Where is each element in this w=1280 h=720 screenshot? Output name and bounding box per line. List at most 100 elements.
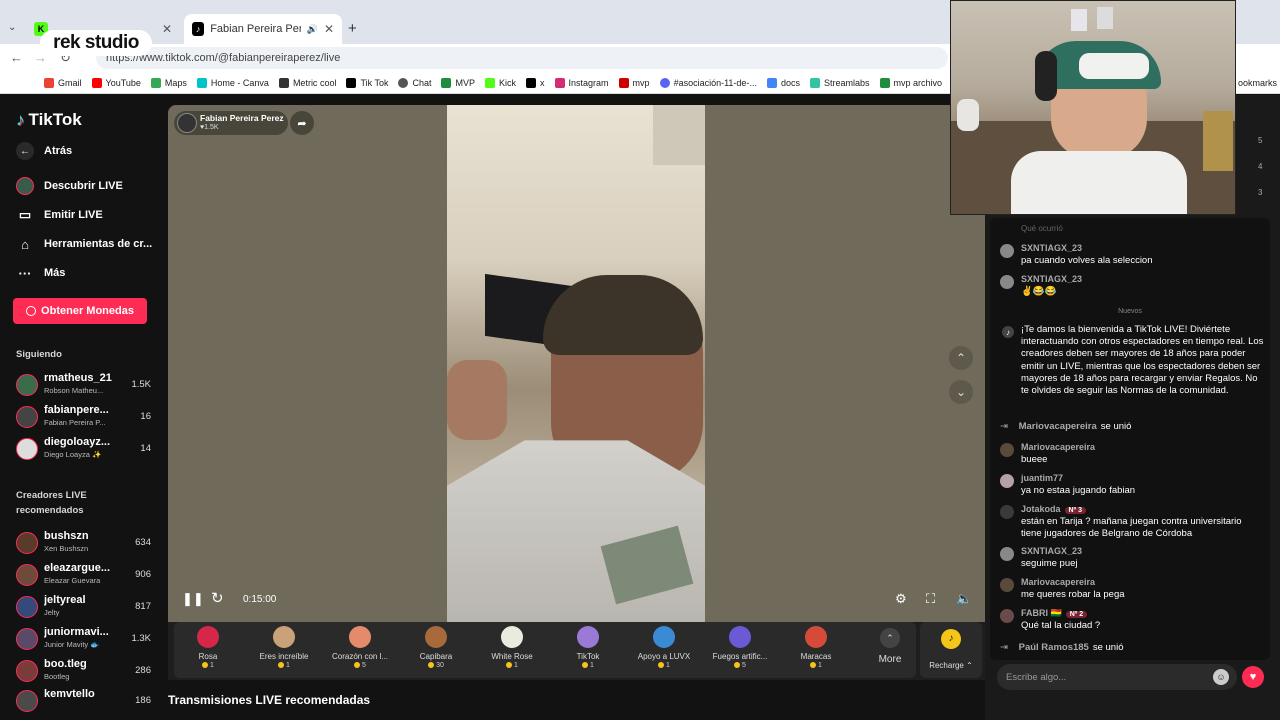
gift-item[interactable]: Eres increíble 1 — [246, 626, 322, 669]
chat-username[interactable]: Mariovacapereira — [1021, 577, 1095, 587]
bookmark-canva[interactable]: Home - Canva — [196, 77, 269, 88]
following-account[interactable]: diegoloayz... Diego Loayza ✨ 14 — [16, 436, 151, 464]
account-subname: Bootleg — [44, 672, 70, 681]
refresh-icon[interactable]: ↻ — [211, 589, 224, 607]
chat-username[interactable]: SXNTIAGX_23 — [1021, 546, 1082, 556]
capybara-gift-icon — [425, 626, 447, 648]
following-account[interactable]: fabianpere... Fabian Pereira P... 16 — [16, 404, 151, 432]
chat-username[interactable]: juantim77 — [1021, 473, 1063, 483]
luvx-gift-icon — [653, 626, 675, 648]
chat-username[interactable]: SXNTIAGX_23 — [1021, 243, 1082, 253]
gift-item[interactable]: Rosa 1 — [170, 626, 246, 669]
chat-username[interactable]: FABRI 🇧🇴 — [1021, 608, 1062, 618]
bookmark-docs[interactable]: docs — [766, 77, 800, 88]
tab-list-chevron-icon[interactable]: ⌄ — [8, 22, 16, 33]
following-account[interactable]: rmatheus_21 Robson Matheu... 1.5K — [16, 372, 151, 400]
chat-input[interactable]: Escribe algo... — [997, 664, 1237, 690]
bookmark-youtube[interactable]: YouTube — [91, 77, 141, 88]
chat-username[interactable]: SXNTIAGX_23 — [1021, 274, 1082, 284]
bookmark-mvp[interactable]: MVP — [441, 77, 475, 88]
recommended-account[interactable]: eleazargue... Eleazar Guevara 906 — [16, 562, 151, 590]
address-bar[interactable]: https://www.tiktok.com/@fabianpereiraper… — [96, 47, 948, 69]
avatar — [16, 532, 38, 554]
bookmark-discord[interactable]: #asociación-11-de-... — [659, 77, 757, 88]
pause-icon[interactable]: ❚❚ — [182, 591, 204, 607]
back-arrow-icon[interactable]: ← — [10, 50, 23, 65]
bookmark-metricool[interactable]: Metric cool — [278, 77, 337, 88]
bookmark-kick[interactable]: Kick — [485, 77, 516, 88]
emoji-icon[interactable]: ☺ — [1213, 669, 1229, 685]
previous-live-button[interactable]: ⌃ — [949, 346, 973, 370]
fullscreen-icon[interactable]: ⛶ — [926, 591, 935, 607]
next-live-button[interactable]: ⌄ — [949, 380, 973, 404]
coin-icon — [26, 306, 37, 316]
settings-gear-icon[interactable]: ⚙ — [895, 591, 907, 607]
account-name: diegoloayz... — [44, 436, 111, 448]
more-gifts-button[interactable]: ⌃ More — [870, 628, 910, 665]
bookmark-maps[interactable]: Maps — [150, 77, 187, 88]
chat-username[interactable]: Jotakoda — [1021, 504, 1061, 514]
bookmark-label: Tik Tok — [360, 77, 389, 88]
new-tab-button[interactable]: + — [348, 20, 357, 37]
gift-item[interactable]: Corazón con l... 5 — [322, 626, 398, 669]
close-icon[interactable]: ✕ — [324, 22, 334, 36]
tab-title: Fabian Pereira Perez (@fab — [210, 23, 301, 35]
sidebar-item-more[interactable]: ··· Más — [16, 264, 66, 282]
recommended-streams-title: Transmisiones LIVE recomendadas — [168, 693, 371, 707]
bookmark-tiktok[interactable]: Tik Tok — [346, 77, 389, 88]
recharge-button[interactable]: ♪ Recharge ⌃ — [920, 622, 982, 678]
chat-username[interactable]: Mariovacapereira — [1021, 442, 1095, 452]
sidebar-item-discover-live[interactable]: Descubrir LIVE — [16, 177, 123, 195]
get-coins-button[interactable]: Obtener Monedas — [13, 298, 147, 324]
close-icon[interactable]: ✕ — [162, 22, 172, 36]
gift-item[interactable]: TikTok 1 — [550, 626, 626, 669]
recommended-account[interactable]: bushszn Xen Bushszn 634 — [16, 530, 151, 558]
bookmark-gmail[interactable]: Gmail — [44, 77, 82, 88]
recommended-account[interactable]: juniormavi... Junior Mavity 🐟 1.3K — [16, 626, 151, 654]
sidebar-item-creator-tools[interactable]: ⌂ Herramientas de cr... — [16, 235, 152, 253]
bookmark-label: Metric cool — [292, 77, 337, 88]
recommended-account[interactable]: jeltyreal Jelty 817 — [16, 594, 151, 622]
back-link[interactable]: ← Atrás — [16, 142, 72, 160]
tiktok-logo[interactable]: ♪ TikTok — [16, 110, 82, 130]
account-name: kemvtello — [44, 688, 95, 700]
bookmark-label: Home - Canva — [210, 77, 269, 88]
bookmark-instagram[interactable]: Instagram — [554, 77, 609, 88]
sidebar-item-go-live[interactable]: ▭ Emitir LIVE — [16, 206, 103, 224]
tiktok-note-icon: ♪ — [16, 110, 25, 129]
all-bookmarks-label[interactable]: ookmarks — [1238, 78, 1277, 88]
volume-icon[interactable]: 🔈 — [956, 591, 972, 607]
avatar — [16, 564, 38, 586]
host-info-chip[interactable]: Fabian Pereira Perez ♥1.5K — [174, 111, 288, 135]
youtube-icon — [91, 77, 102, 88]
recommended-account[interactable]: kemvtello 186 — [16, 688, 151, 716]
gift-item[interactable]: Maracas 1 — [778, 626, 854, 669]
bookmark-mvp-archivo[interactable]: mvp archivo — [879, 77, 942, 88]
chat-text: seguime puej — [1021, 558, 1078, 569]
stream-timer: 0:15:00 — [243, 594, 277, 605]
gift-item[interactable]: White Rose 1 — [474, 626, 550, 669]
gift-name: Corazón con l... — [331, 652, 389, 661]
bookmark-label: Instagram — [568, 77, 609, 88]
avatar — [1000, 547, 1014, 561]
share-button[interactable]: ➦ — [290, 111, 314, 135]
recommended-account[interactable]: boo.tleg Bootleg 286 — [16, 658, 151, 686]
host-avatar — [177, 113, 197, 133]
gift-item[interactable]: Apoyo a LUVX 1 — [626, 626, 702, 669]
bookmark-x[interactable]: x — [526, 77, 545, 88]
account-subname: Robson Matheu... — [44, 386, 104, 395]
bookmark-chat[interactable]: Chat — [398, 77, 431, 88]
rank-badge: Nº 3 — [1064, 507, 1086, 514]
tab-tiktok[interactable]: ♪ Fabian Pereira Perez (@fab 🔊 ✕ — [184, 14, 342, 44]
avatar — [16, 438, 38, 460]
live-video-player[interactable]: Fabian Pereira Perez ♥1.5K ➦ ❚❚ ↻ 0:15:0… — [168, 105, 985, 622]
chat-username[interactable]: Mariovacapereira — [1019, 421, 1097, 432]
bookmark-mvp2[interactable]: mvp — [618, 77, 650, 88]
back-arrow-icon: ← — [16, 142, 34, 160]
chat-username[interactable]: Paúl Ramos185 — [1019, 642, 1089, 653]
bookmark-streamlabs[interactable]: Streamlabs — [809, 77, 870, 88]
canva-icon — [196, 77, 207, 88]
gift-item[interactable]: Capibara 30 — [398, 626, 474, 669]
heart-button[interactable]: ♥ — [1242, 666, 1264, 688]
gift-item[interactable]: Fuegos artific... 5 — [702, 626, 778, 669]
